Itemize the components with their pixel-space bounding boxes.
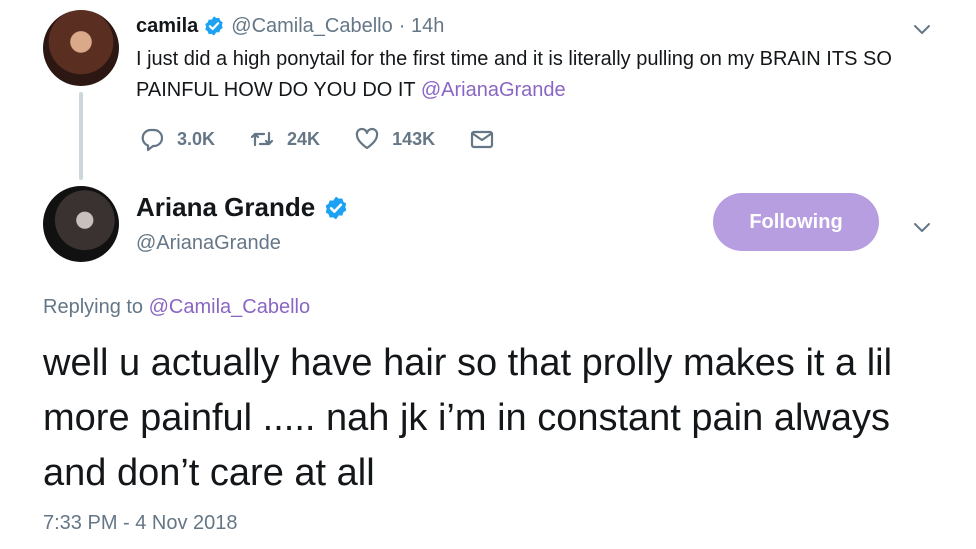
retweet-icon <box>250 131 274 147</box>
replying-to-handle-link[interactable]: @Camila_Cabello <box>149 296 310 318</box>
reply-count: 3.0K <box>177 128 216 149</box>
main-author-handle[interactable]: @ArianaGrande <box>136 232 281 255</box>
chevron-down-icon[interactable] <box>912 22 932 36</box>
reply-action[interactable]: 3.0K <box>139 126 215 152</box>
ariana-avatar[interactable] <box>43 186 119 262</box>
reply-to-tweet-header: camila @Camila_Cabello · 14h <box>136 12 444 40</box>
heart-icon <box>355 127 379 150</box>
main-tweet-text: well u actually have hair so that prolly… <box>43 342 893 494</box>
envelope-icon <box>470 130 494 149</box>
mention-link[interactable]: @ArianaGrande <box>421 79 566 101</box>
reply-to-author-handle[interactable]: @Camila_Cabello <box>231 15 392 38</box>
thread-connector-line <box>79 92 83 180</box>
reply-icon <box>141 128 164 152</box>
camila-avatar[interactable] <box>43 10 119 86</box>
main-author-name[interactable]: Ariana Grande <box>136 192 315 223</box>
direct-message-action[interactable] <box>469 126 495 152</box>
like-count: 143K <box>392 128 436 149</box>
replying-to-line: Replying to @Camila_Cabello <box>43 296 310 319</box>
following-button[interactable]: Following <box>713 193 879 251</box>
tweet-actions-bar: 3.0K 24K 143K <box>139 124 529 154</box>
verified-badge-icon <box>325 196 347 219</box>
reply-to-author-name[interactable]: camila <box>136 15 198 38</box>
reply-to-tweet-text: I just did a high ponytail for the first… <box>136 44 936 106</box>
main-author-name-row: Ariana Grande <box>136 192 349 223</box>
retweet-count: 24K <box>287 128 321 149</box>
verified-badge-icon <box>205 16 223 36</box>
reply-to-time-ago[interactable]: · 14h <box>399 15 445 38</box>
retweet-action[interactable]: 24K <box>249 126 320 152</box>
tweet-timestamp[interactable]: 7:33 PM - 4 Nov 2018 <box>43 512 238 535</box>
like-action[interactable]: 143K <box>354 126 435 152</box>
replying-to-label: Replying to <box>43 296 149 318</box>
chevron-down-icon[interactable] <box>912 220 932 234</box>
